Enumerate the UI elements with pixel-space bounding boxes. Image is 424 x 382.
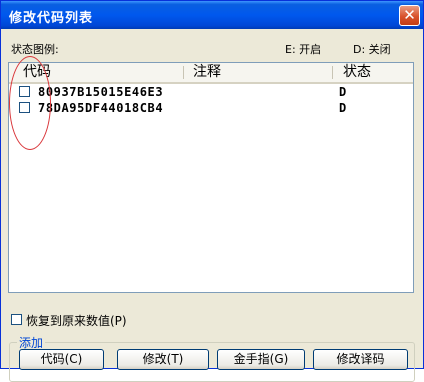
code-value: 78DA95DF44018CB4 [38, 101, 164, 115]
status-legend-label: 状态图例: [11, 43, 59, 56]
cheat-button[interactable]: 金手指(G) [217, 349, 305, 370]
legend-enabled: E: 开启 [285, 43, 322, 56]
column-divider[interactable] [183, 66, 184, 79]
restore-label[interactable]: 恢复到原来数值(P) [26, 312, 127, 329]
close-button[interactable]: ✕ [399, 5, 420, 26]
list-item[interactable]: 80937B15015E46E3 D [9, 84, 413, 100]
close-icon: ✕ [403, 6, 416, 24]
column-header-status[interactable]: 状态 [343, 64, 371, 81]
restore-checkbox[interactable] [11, 314, 22, 325]
code-button[interactable]: 代码(C) [19, 349, 104, 370]
code-value: 80937B15015E46E3 [38, 85, 164, 99]
title-bar[interactable]: 修改代码列表 ✕ [1, 1, 423, 29]
column-divider[interactable] [332, 66, 333, 79]
window-title: 修改代码列表 [9, 11, 94, 26]
column-header-comment[interactable]: 注释 [193, 64, 221, 81]
list-item[interactable]: 78DA95DF44018CB4 D [9, 100, 413, 116]
code-list[interactable]: 代码 注释 状态 80937B15015E46E3 D 78DA95DF4401… [8, 62, 414, 293]
list-header: 代码 注释 状态 [9, 63, 413, 84]
modify-decode-button[interactable]: 修改译码 [313, 349, 408, 370]
highlight-annotation [9, 56, 51, 150]
modify-code-list-dialog: 修改代码列表 ✕ 状态图例: E: 开启 D: 关闭 代码 注释 状态 8093… [0, 0, 424, 382]
legend-disabled: D: 关闭 [353, 43, 391, 56]
modify-button[interactable]: 修改(T) [117, 349, 209, 370]
status-value: D [339, 85, 347, 99]
status-value: D [339, 101, 347, 115]
